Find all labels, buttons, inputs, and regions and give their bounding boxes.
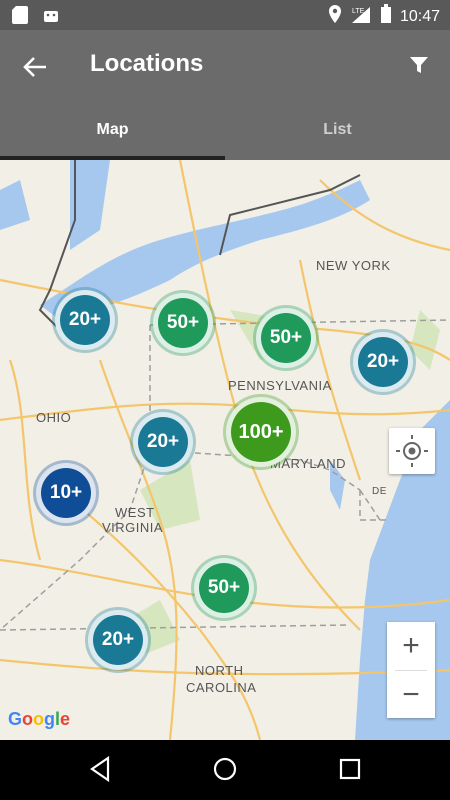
cluster-marker[interactable]: 100+ xyxy=(226,397,296,467)
cluster-marker[interactable]: 20+ xyxy=(353,332,413,392)
map-label-pennsylvania: PENNSYLVANIA xyxy=(228,378,332,393)
tab-map-label: Map xyxy=(96,121,129,138)
status-time: 10:47 xyxy=(399,7,440,25)
status-bar: LTE 10:47 xyxy=(0,0,450,30)
zoom-out-button[interactable]: − xyxy=(387,671,435,719)
zoom-in-button[interactable]: + xyxy=(387,622,435,670)
battery-icon xyxy=(380,4,392,29)
map-label-ohio: OHIO xyxy=(36,410,72,425)
tab-bar: Map List xyxy=(0,102,450,160)
zoom-controls: + − xyxy=(387,622,435,718)
map-view[interactable]: NEW YORK PENNSYLVANIA OHIO MARYLAND NJ D… xyxy=(0,160,450,740)
system-nav-bar xyxy=(0,740,450,800)
signal-icon: LTE xyxy=(350,5,372,28)
map-label-virginia: VIRGINIA xyxy=(102,520,164,535)
tab-map[interactable]: Map xyxy=(0,102,225,160)
recents-icon[interactable] xyxy=(338,756,362,787)
map-label-west: WEST xyxy=(115,505,155,520)
app-bar: Locations xyxy=(0,30,450,102)
cluster-marker[interactable]: 20+ xyxy=(133,412,193,472)
cluster-marker[interactable]: 50+ xyxy=(194,558,254,618)
cluster-marker[interactable]: 20+ xyxy=(55,290,115,350)
cluster-marker[interactable]: 10+ xyxy=(36,463,96,523)
back-icon[interactable] xyxy=(88,755,112,787)
map-label-new-york: NEW YORK xyxy=(316,258,391,273)
home-icon[interactable] xyxy=(212,756,238,787)
google-logo: Google xyxy=(8,709,71,729)
filter-icon[interactable] xyxy=(408,54,430,76)
cluster-marker[interactable]: 50+ xyxy=(153,293,213,353)
tab-list[interactable]: List xyxy=(225,102,450,160)
map-label-north: NORTH xyxy=(195,663,244,678)
map-base xyxy=(0,160,450,740)
back-arrow-icon[interactable] xyxy=(20,52,50,82)
cluster-marker[interactable]: 50+ xyxy=(256,308,316,368)
map-label-carolina: CAROLINA xyxy=(186,680,257,695)
sd-card-icon xyxy=(12,6,28,29)
page-title: Locations xyxy=(90,50,204,77)
my-location-button[interactable] xyxy=(389,428,435,474)
svg-text:LTE: LTE xyxy=(352,8,365,15)
crosshair-icon xyxy=(396,435,428,467)
map-label-de: DE xyxy=(372,486,387,497)
cluster-marker[interactable]: 20+ xyxy=(88,610,148,670)
location-icon xyxy=(328,5,342,28)
tab-list-label: List xyxy=(323,121,352,138)
android-icon xyxy=(42,6,60,29)
